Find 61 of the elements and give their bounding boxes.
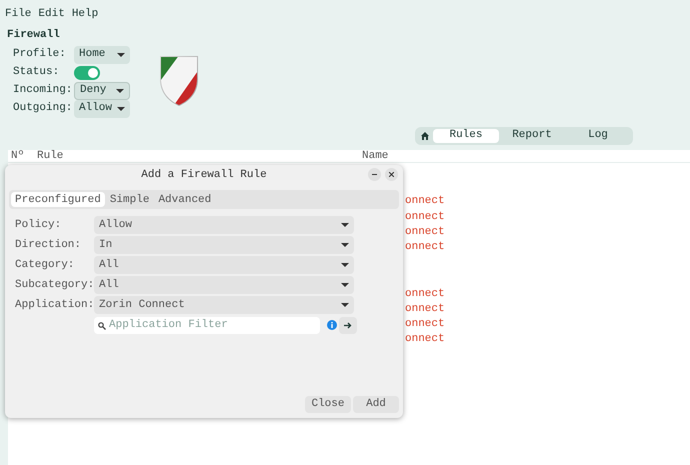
dropdown[interactable]: Allow [94,216,354,234]
table-cell-text: onnect [405,302,445,317]
minimize-icon [372,174,377,175]
field-label: Incoming: [13,83,73,98]
go-button[interactable] [339,316,357,334]
field-label: Profile: [13,47,67,62]
info-icon[interactable] [327,320,337,330]
table-cell-text: onnect [405,286,445,302]
column-header[interactable]: Name [362,148,388,164]
view-tab[interactable]: Log [565,128,631,142]
column-header[interactable]: Rule [37,148,362,164]
field-label: Direction: [15,238,82,253]
table-cell-text: onnect [405,210,445,225]
view-tab[interactable]: Rules [433,128,499,142]
field-label: Status: [13,65,60,80]
table-cell-text: onnect [405,332,445,348]
close-button[interactable] [385,168,398,181]
search-field[interactable]: Application Filter [94,316,320,334]
status-switch[interactable] [74,66,100,80]
shield-icon [158,54,200,106]
dropdown[interactable]: Deny [74,82,130,100]
section-title: Firewall [6,28,61,43]
dropdown-caret-icon [341,263,349,267]
dialog-button[interactable]: Close [305,396,351,413]
dropdown[interactable]: All [94,256,354,274]
dropdown-caret-icon [116,88,124,92]
dialog-tab[interactable]: Preconfigured [11,192,105,207]
dropdown-caret-icon [341,283,349,287]
minimize-button[interactable] [368,168,381,181]
dropdown[interactable]: Allow [74,100,130,118]
dropdown[interactable]: All [94,276,354,294]
dropdown[interactable]: In [94,236,354,254]
dropdown-caret-icon [117,106,125,110]
menu-item[interactable]: File [5,6,32,24]
table-cell-text: onnect [405,317,445,332]
menu-item[interactable]: Edit [38,6,65,24]
dialog-tab[interactable]: Advanced [154,192,216,207]
home-icon [421,132,429,140]
field-label: Category: [15,258,76,273]
table-cell-text: onnect [405,225,445,240]
dropdown[interactable]: Home [74,46,130,64]
dropdown-caret-icon [341,243,349,247]
field-label: Policy: [15,218,62,233]
dropdown-caret-icon [117,52,125,56]
dropdown-caret-icon [341,303,349,307]
dialog-tab[interactable]: Simple [106,192,154,207]
menu-item[interactable]: Help [72,6,98,24]
dropdown[interactable]: Zorin Connect [94,296,354,314]
field-label: Subcategory: [15,278,94,293]
search-icon [98,322,106,330]
table-cell-text: onnect [405,240,445,256]
field-label: Outgoing: [13,101,73,116]
column-header[interactable]: Nº [8,148,37,164]
dialog-button[interactable]: Add [353,396,399,413]
dropdown-caret-icon [341,223,349,227]
table-cell-text: onnect [405,194,445,210]
arrow-right-icon [344,322,352,328]
dialog-title: Add a Firewall Rule [141,168,267,183]
close-icon [389,172,394,177]
field-label: Application: [15,298,94,313]
view-tab[interactable]: Report [499,128,565,142]
